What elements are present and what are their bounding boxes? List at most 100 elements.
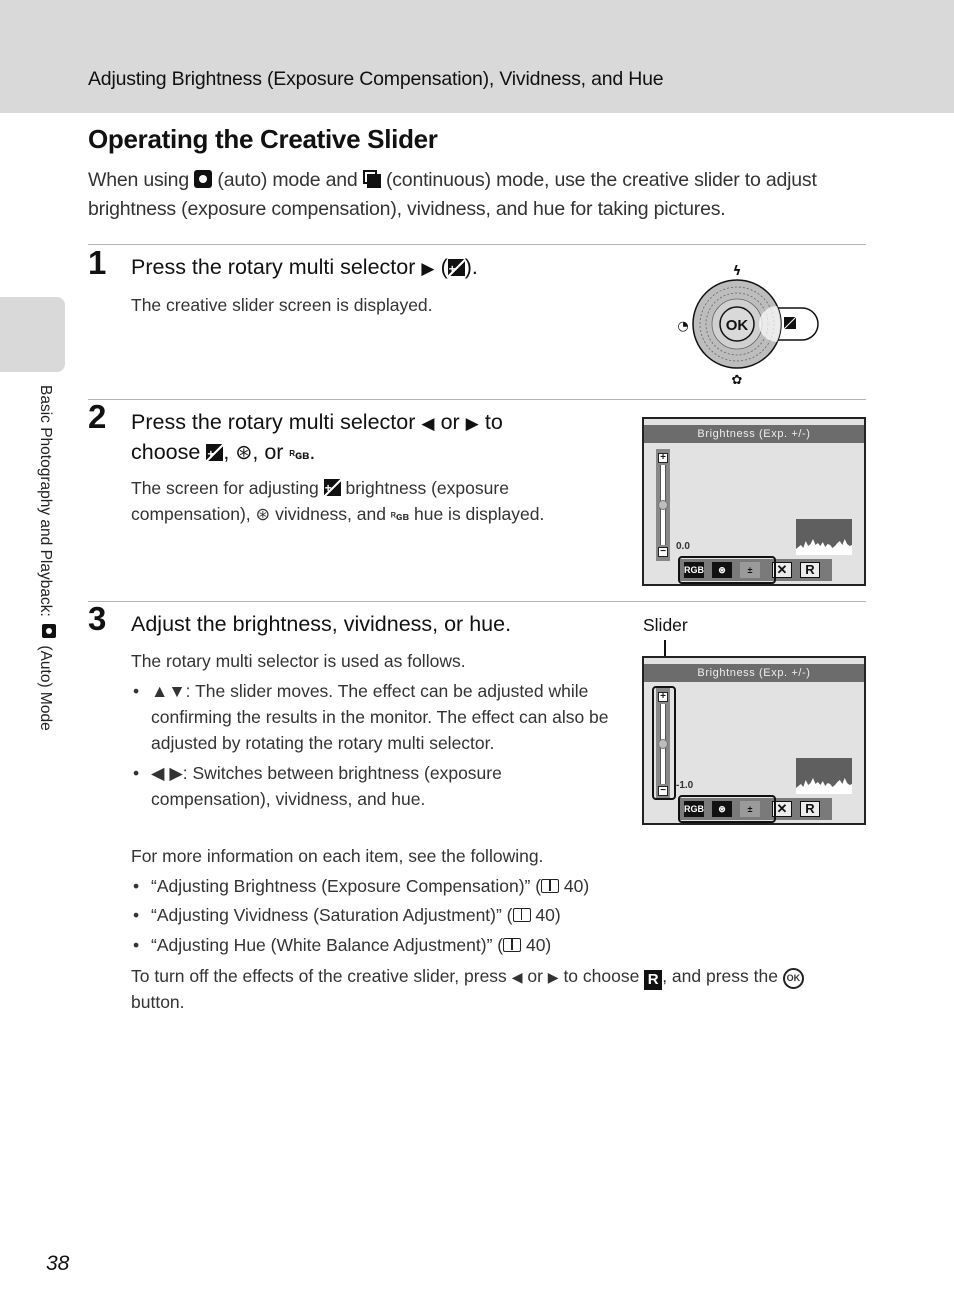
reference-link[interactable]: “Adjusting Hue (White Balance Adjustment…	[131, 931, 881, 961]
control-list: ▲▼: The slider moves. The effect can be …	[131, 678, 611, 812]
slider-knob[interactable]	[658, 500, 668, 510]
screen-title: Brightness (Exp. +/-)	[697, 428, 811, 440]
step-body: The rotary multi selector is used as fol…	[131, 648, 611, 812]
body-text: For more information on each item, see t…	[131, 846, 544, 866]
menu-selection-frame	[678, 795, 776, 823]
exposure-compensation-icon	[323, 475, 341, 501]
slider[interactable]: + −	[656, 449, 670, 561]
step-number: 2	[88, 398, 107, 435]
heading-text: (	[440, 255, 448, 279]
page-number: 38	[46, 1252, 70, 1275]
vividness-icon: ⊛	[255, 504, 271, 524]
self-timer-icon: ◔	[677, 319, 688, 334]
menu-reset-icon[interactable]: R	[800, 801, 820, 817]
ok-button-icon: OK	[782, 968, 804, 989]
heading-text: Press the rotary multi selector	[131, 410, 416, 434]
screen-title-bar: Brightness (Exp. +/-)	[644, 425, 864, 443]
hue-icon: ᴿɢʙ	[289, 448, 310, 462]
vividness-icon: ⊛	[235, 442, 253, 464]
intro-text: When using	[88, 169, 189, 191]
histogram-graph	[796, 778, 852, 794]
reference-link[interactable]: “Adjusting Brightness (Exposure Compensa…	[131, 872, 881, 902]
divider	[88, 244, 866, 245]
left-arrow-icon: ◀	[421, 413, 435, 433]
slider-value: -1.0	[676, 780, 694, 791]
heading-text: to	[484, 410, 503, 434]
flash-icon: ϟ	[733, 264, 742, 279]
intro-paragraph: When using (auto) mode and (continuous) …	[88, 166, 878, 224]
plus-icon: +	[658, 453, 668, 463]
chapter-label-text: Basic Photography and Playback:	[37, 385, 54, 617]
body-text: compensation),	[131, 504, 251, 524]
body-text: The rotary multi selector is used as fol…	[131, 651, 466, 671]
reference-page: 40)	[535, 905, 561, 925]
continuous-mode-icon	[362, 170, 381, 188]
chapter-tab	[0, 297, 65, 372]
right-arrow-icon: ▶	[421, 258, 435, 278]
camera-auto-icon	[194, 170, 213, 188]
up-down-arrows-icon: ▲▼	[151, 681, 186, 701]
heading-text: ).	[464, 255, 478, 279]
reference-title: “Adjusting Brightness (Exposure Compensa…	[151, 875, 542, 896]
step-heading: Press the rotary multi selector ◀ or ▶ t…	[131, 408, 503, 470]
body-text: The screen for adjusting	[131, 478, 319, 498]
right-arrow-icon: ▶	[465, 413, 479, 433]
heading-text: Press the rotary multi selector	[131, 255, 416, 279]
reference-link[interactable]: “Adjusting Vividness (Saturation Adjustm…	[131, 901, 881, 931]
body-text: brightness (exposure	[345, 478, 509, 498]
histogram-graph	[796, 539, 852, 555]
references-block: For more information on each item, see t…	[131, 842, 881, 1015]
ok-label: OK	[726, 317, 749, 334]
camera-auto-icon	[42, 624, 57, 639]
list-item: ◀ ▶: Switches between brightness (exposu…	[131, 760, 611, 812]
header-band	[0, 0, 954, 113]
reset-icon: R	[644, 970, 663, 990]
book-icon	[512, 908, 531, 922]
section-header: Adjusting Brightness (Exposure Compensat…	[88, 68, 664, 90]
exposure-compensation-icon	[783, 316, 797, 330]
minus-icon: −	[658, 547, 668, 557]
left-arrow-icon: ◀	[511, 969, 523, 985]
exposure-compensation-icon	[447, 255, 465, 284]
camera-screen-brightness: Brightness (Exp. +/-) + −0.0 RGB ⊛ ± ✕ R	[642, 417, 866, 586]
body-text: , and press the	[662, 966, 778, 986]
heading-text: or	[440, 410, 460, 434]
slider-callout-label: Slider	[643, 615, 688, 635]
rotary-multi-selector-diagram: OK ϟ ◔ ✿	[677, 264, 819, 388]
slider-highlight-box	[652, 686, 676, 800]
menu-selection-frame	[678, 556, 776, 584]
slider-value: 0.0	[676, 541, 690, 552]
book-icon	[503, 937, 522, 952]
step-heading: Adjust the brightness, vividness, or hue…	[131, 612, 512, 636]
body-text: To turn off the effects of the creative …	[131, 966, 507, 986]
heading-text: .	[309, 440, 316, 464]
body-text: : The slider moves. The effect can be ad…	[151, 681, 609, 753]
macro-icon: ✿	[732, 373, 743, 388]
step-number: 1	[88, 244, 107, 281]
histogram	[796, 758, 852, 794]
heading-text: choose	[131, 440, 201, 464]
exposure-compensation-icon	[206, 440, 224, 469]
intro-text: (auto) mode and	[217, 169, 358, 191]
menu-reset-icon[interactable]: R	[800, 562, 820, 578]
heading-text: , or	[252, 440, 284, 464]
body-text: vividness, and	[275, 504, 386, 524]
reference-title: “Adjusting Vividness (Saturation Adjustm…	[151, 905, 513, 925]
step-number: 3	[88, 600, 107, 637]
step-body: The screen for adjusting brightness (exp…	[131, 475, 601, 530]
page-title: Operating the Creative Slider	[88, 124, 438, 154]
histogram	[796, 519, 852, 555]
body-text: : Switches between brightness (exposure …	[151, 763, 502, 809]
body-text: or	[527, 966, 543, 986]
reference-list: “Adjusting Brightness (Exposure Compensa…	[131, 872, 881, 961]
book-icon	[541, 878, 560, 893]
screen-title: Brightness (Exp. +/-)	[697, 667, 811, 679]
hue-icon: ᴿɢʙ	[390, 511, 410, 523]
body-text: button.	[131, 992, 185, 1012]
left-right-arrows-icon: ◀ ▶	[151, 763, 183, 783]
list-item: ▲▼: The slider moves. The effect can be …	[131, 678, 611, 756]
body-text: to choose	[563, 966, 640, 986]
reference-title: “Adjusting Hue (White Balance Adjustment…	[151, 934, 504, 955]
divider	[88, 399, 866, 400]
divider	[88, 601, 866, 602]
